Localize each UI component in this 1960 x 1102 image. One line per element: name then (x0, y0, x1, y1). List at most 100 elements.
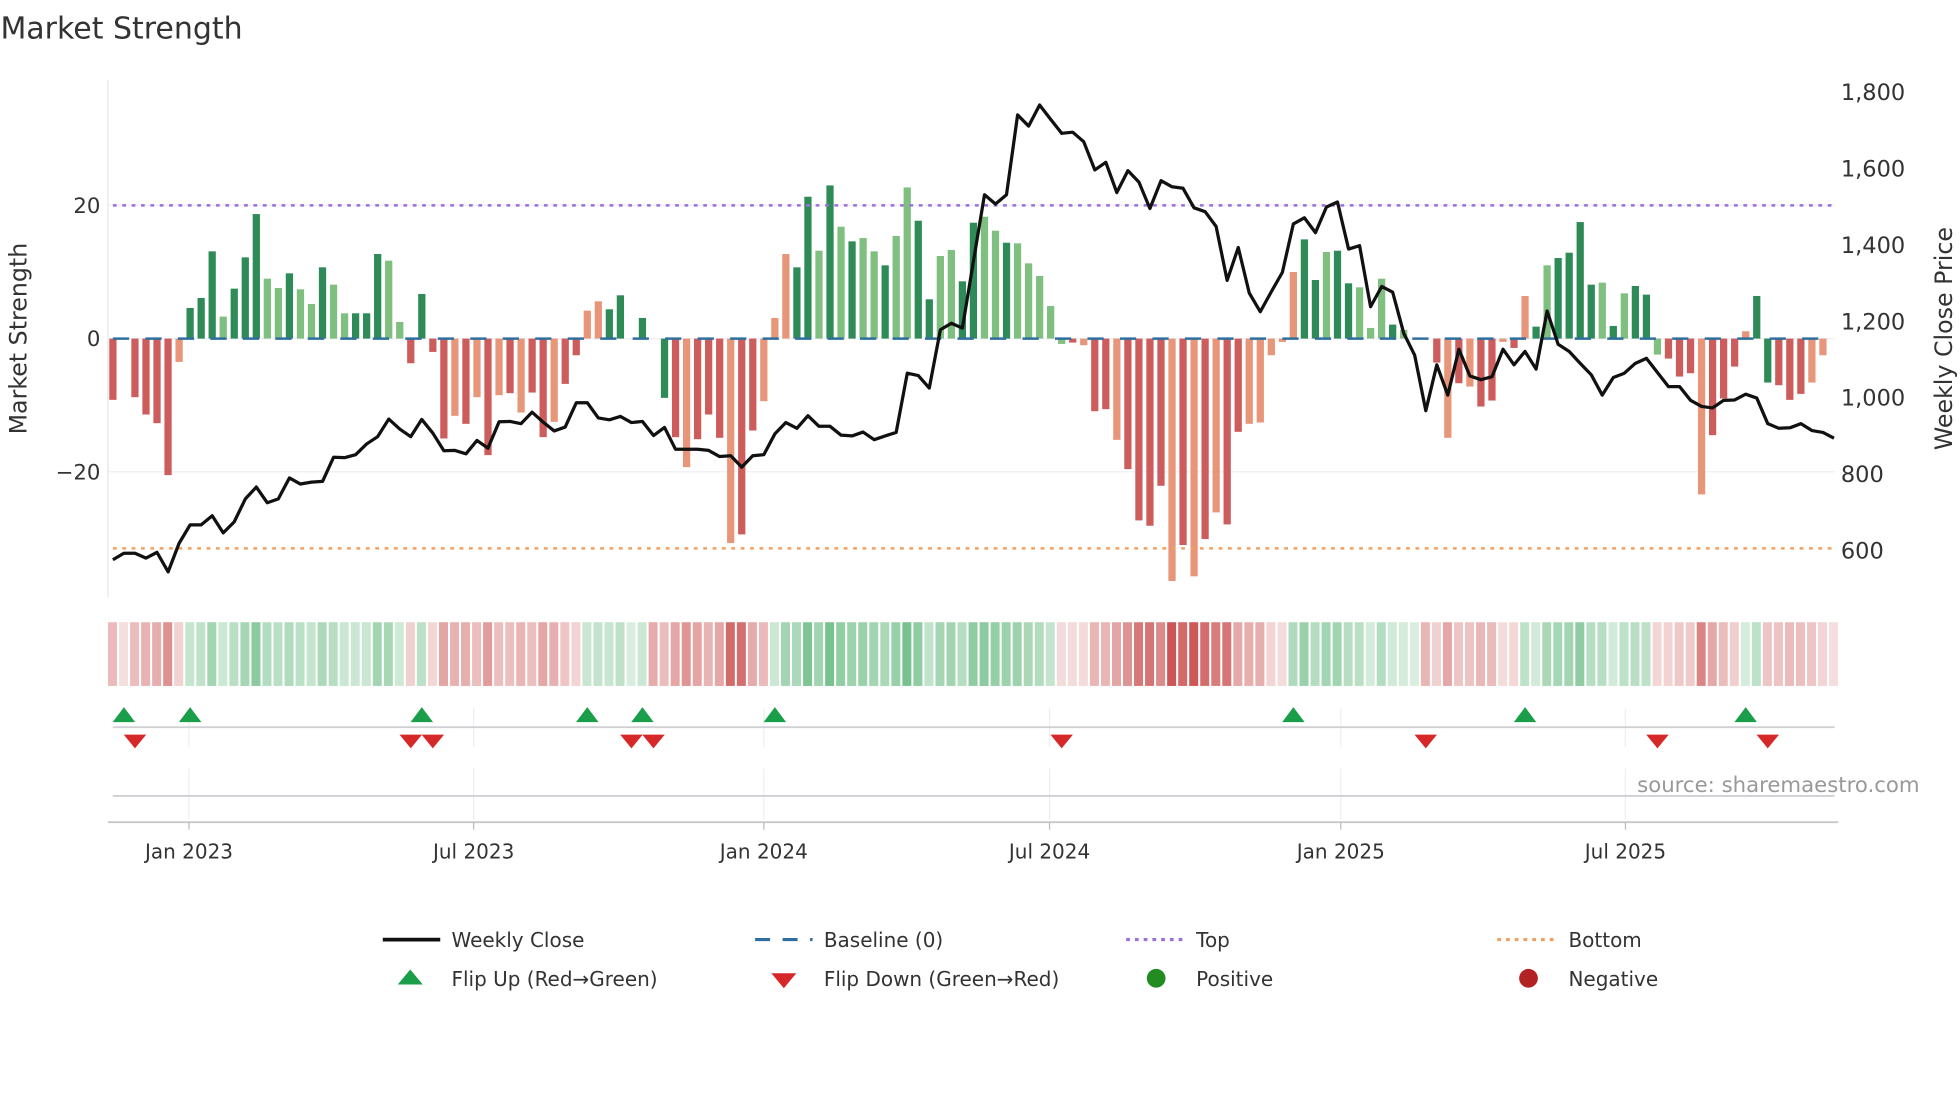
x-tick-label: Jan 2025 (1295, 839, 1385, 863)
strip-cell (1498, 622, 1508, 686)
strip-cell (141, 622, 151, 686)
strip-cell (549, 622, 559, 686)
strip-cell (516, 622, 526, 686)
strip-cell (692, 622, 702, 686)
flip-up-icon (397, 969, 423, 985)
strength-bar (1764, 338, 1772, 383)
strength-bar (550, 338, 558, 422)
strength-bar (1554, 258, 1562, 339)
strip-cell (251, 622, 261, 686)
strength-bar (1389, 324, 1397, 339)
y-tick-label: 20 (73, 194, 100, 219)
strength-bar (396, 321, 404, 339)
strength-bar (318, 267, 327, 339)
right-axis: 1,800 1,600 1,400 1,200 1,000 800 600 (1841, 80, 1905, 564)
legend: Weekly Close Baseline (0) Top Bottom Fli… (382, 928, 1658, 991)
strip-cell (1100, 622, 1110, 686)
strip-cell (152, 622, 162, 686)
flip-down-marker (123, 734, 147, 749)
negative-dot-icon (1519, 968, 1538, 988)
y2-axis-label: Weekly Close Price (1930, 227, 1958, 450)
strip-cell (1398, 622, 1408, 686)
strip-cell (571, 622, 581, 686)
flip-up-marker (1513, 707, 1537, 723)
strip-cell (1299, 622, 1309, 686)
strength-bar (991, 230, 1000, 339)
y2-tick-label: 1,600 (1841, 156, 1905, 182)
market-strength-chart: Market Strength 200−20 1,8001,6001,4001,… (0, 12, 1958, 991)
strength-bar (1201, 338, 1209, 540)
x-tick-label: Jan 2024 (718, 839, 808, 863)
strength-bar (738, 338, 746, 535)
strength-bar (1179, 338, 1187, 546)
strength-bar (903, 187, 911, 339)
y2-tick-label: 800 (1841, 462, 1884, 488)
strip-cell (957, 622, 967, 686)
strength-bar (1819, 338, 1827, 356)
strip-cell (1089, 622, 1099, 686)
strip-cell (1211, 622, 1221, 686)
strength-bar (671, 338, 680, 438)
strip-cell (174, 622, 184, 686)
strength-bar (1234, 338, 1242, 432)
strip-cell (1487, 622, 1497, 686)
strip-cell (1729, 622, 1739, 686)
strength-bar (1344, 283, 1353, 339)
strip-cell (1387, 622, 1397, 686)
strip-cell (450, 622, 460, 686)
legend-baseline: Baseline (0) (824, 928, 943, 952)
strip-cell (637, 622, 647, 686)
strength-bar (506, 338, 514, 394)
strip-cell (747, 622, 757, 686)
strength-bar (605, 309, 613, 339)
strip-cell (1343, 622, 1353, 686)
strength-bar (1289, 272, 1297, 339)
strength-bar (583, 310, 591, 339)
flip-up-marker (112, 707, 136, 723)
strength-bar (1080, 338, 1088, 346)
strip-cell (1420, 622, 1430, 686)
strength-bar (1366, 327, 1375, 339)
strength-bar (241, 257, 249, 339)
strength-bar (1797, 338, 1805, 394)
strength-bar (936, 256, 944, 339)
strip-cell (1674, 622, 1684, 686)
strip-cell (394, 622, 404, 686)
strength-bar (1113, 338, 1121, 440)
strip-cell (1542, 622, 1552, 686)
strength-bars (109, 185, 1827, 582)
flip-down-marker (642, 734, 665, 749)
flip-up-marker (178, 707, 202, 723)
strip-cell (1167, 622, 1177, 686)
strength-bar (1786, 338, 1794, 400)
strip-cell (880, 622, 890, 686)
strip-cell (1630, 622, 1640, 686)
strength-bar (1620, 293, 1628, 339)
strength-bar (1091, 338, 1099, 412)
strength-bar (1355, 287, 1364, 339)
strength-bar (1146, 338, 1154, 526)
strip-cell (207, 622, 217, 686)
strength-bar (175, 338, 183, 362)
flip-down-marker (1646, 734, 1669, 749)
legend-weekly-close: Weekly Close (451, 928, 584, 952)
flip-down-icon (771, 973, 797, 989)
strength-bar (263, 278, 271, 339)
strength-bar (142, 338, 150, 415)
strength-bar (793, 267, 801, 339)
strip-cell (714, 622, 724, 686)
strip-cell (273, 622, 283, 686)
flip-up-marker (631, 707, 654, 723)
strength-bar (1102, 338, 1110, 410)
strip-cell (472, 622, 482, 686)
strength-bar (870, 251, 878, 339)
strip-cell (1829, 622, 1839, 686)
strength-bar (1697, 338, 1706, 495)
legend-flip-down: Flip Down (Green→Red) (824, 967, 1059, 991)
strip-cell (1476, 622, 1486, 686)
strip-cell (1818, 622, 1828, 686)
x-tick-label: Jul 2025 (1583, 839, 1666, 863)
x-tick-label: Jul 2023 (431, 839, 514, 863)
strength-bar (109, 338, 117, 400)
strip-cell (1531, 622, 1541, 686)
